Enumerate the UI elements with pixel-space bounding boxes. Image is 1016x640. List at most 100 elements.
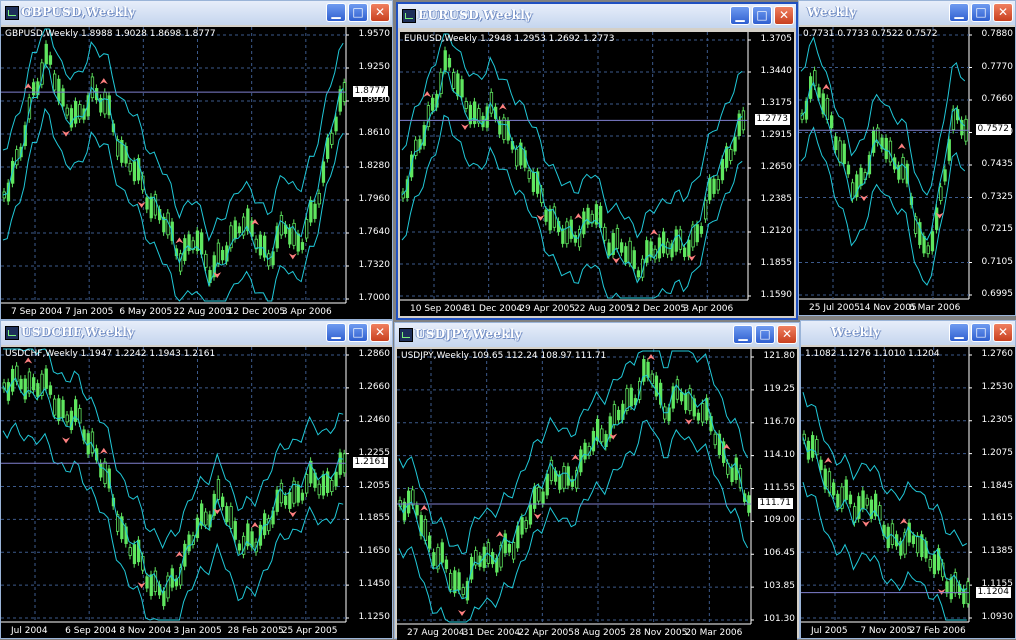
candle-body: [103, 461, 107, 485]
candle-body: [233, 220, 237, 240]
candle-body: [844, 479, 848, 500]
current-price-label: 111.71: [757, 498, 793, 509]
chart-plot-area[interactable]: USDJPY,Weekly 109.65 112.24 108.97 111.7…: [397, 349, 797, 640]
candle-body: [444, 559, 449, 570]
fractal-up-arrow: [99, 78, 108, 85]
title-bar-eurusd[interactable]: EURUSD,Weekly ▁ □ ✕: [398, 4, 796, 28]
chart-window-sixth[interactable]: Weekly ▁ □ ✕ 1.1082 1.1276 1.1010 1.1204…: [800, 320, 1016, 639]
date-axis-label: 25 Apr 2005: [281, 626, 338, 636]
candle-body: [498, 119, 502, 135]
bollinger-band: [2, 107, 344, 302]
candle-body: [457, 572, 461, 591]
close-button[interactable]: ✕: [993, 3, 1013, 22]
candle-body: [943, 169, 947, 182]
candle-body: [528, 504, 533, 525]
price-axis-label: 1.0930: [981, 612, 1014, 622]
price-axis-label: 1.2530: [981, 381, 1014, 392]
chart-window-usdjpy[interactable]: USDJPY,Weekly ▁ □ ✕ USDJPY,Weekly 109.65…: [394, 322, 800, 640]
bollinger-band: [401, 114, 743, 299]
chart-window-eurusd[interactable]: EURUSD,Weekly ▁ □ ✕ EURUSD,Weekly 1.2948…: [396, 2, 798, 320]
fractal-up-arrow: [498, 103, 507, 110]
maximize-button[interactable]: □: [348, 323, 368, 342]
bollinger-band: [2, 422, 344, 621]
candle-body: [225, 506, 229, 523]
candle-body: [675, 379, 680, 400]
minimize-icon: ▁: [738, 327, 748, 341]
maximize-button[interactable]: □: [971, 323, 991, 342]
candle-body: [415, 505, 419, 516]
close-icon: ✕: [997, 5, 1009, 19]
price-axis-label: 1.2860: [358, 349, 391, 359]
candle-body: [565, 221, 569, 245]
candle-body: [716, 179, 720, 191]
minimize-button[interactable]: ▁: [949, 3, 969, 22]
chart-plot-area[interactable]: GBPUSD,Weekly 1.8988 1.9028 1.8698 1.877…: [1, 27, 392, 319]
minimize-button[interactable]: ▁: [326, 3, 346, 22]
chart-plot-area[interactable]: 0.7731 0.7733 0.7522 0.7572 0.7880 0.7770…: [799, 27, 1015, 315]
chart-window-gbpusd[interactable]: GBPUSD,Weekly ▁ □ ✕ GBPUSD,Weekly 1.8988…: [0, 0, 393, 320]
chart-window-usdchf[interactable]: USDCHF,Weekly ▁ □ ✕ USDCHF,Weekly 1.1947…: [0, 320, 393, 639]
candle-body: [15, 149, 19, 166]
chart-plot-area[interactable]: EURUSD,Weekly 1.2948 1.2953 1.2692 1.277…: [400, 32, 794, 316]
candle-body: [237, 226, 242, 234]
candle-body: [254, 238, 258, 250]
candle-body: [31, 82, 36, 96]
minimize-button[interactable]: ▁: [326, 323, 346, 342]
candle-body: [851, 182, 855, 200]
candle-body: [848, 494, 853, 505]
chart-window-third[interactable]: Weekly ▁ □ ✕ 0.7731 0.7733 0.7522 0.7572…: [798, 0, 1016, 316]
close-button[interactable]: ✕: [370, 3, 390, 22]
candle-body: [48, 55, 53, 65]
price-axis-label: 1.7640: [358, 227, 391, 237]
candle-body: [440, 542, 444, 563]
price-axis-label: 121.80: [763, 351, 796, 361]
minimize-button[interactable]: ▁: [730, 6, 750, 25]
chart-plot-area[interactable]: 1.1082 1.1276 1.1010 1.1204 1.2760 1.2530…: [801, 347, 1015, 638]
chart-window-icon: [5, 6, 19, 20]
chart-canvas: [1, 347, 349, 623]
price-axis-label: 1.3175: [760, 98, 793, 108]
candle-body: [99, 462, 103, 478]
candle-body: [452, 72, 456, 89]
title-bar-gbpusd[interactable]: GBPUSD,Weekly ▁ □ ✕: [1, 1, 392, 25]
close-button[interactable]: ✕: [370, 323, 390, 342]
title-bar-third[interactable]: Weekly ▁ □ ✕: [799, 1, 1015, 25]
date-axis-label: 14 Nov 2005: [859, 303, 917, 313]
bollinger-band: [2, 62, 344, 287]
candle-body: [531, 172, 536, 192]
candle-body: [922, 235, 926, 254]
candle-body: [432, 552, 436, 566]
chart-plot-area[interactable]: USDCHF,Weekly 1.1947 1.2242 1.1943 1.216…: [1, 347, 392, 638]
maximize-button[interactable]: □: [752, 6, 772, 25]
maximize-button[interactable]: □: [971, 3, 991, 22]
close-button[interactable]: ✕: [777, 325, 797, 344]
candle-body: [427, 535, 432, 549]
minimize-button[interactable]: ▁: [949, 323, 969, 342]
candle-body: [461, 587, 465, 595]
date-axis-label: 20 Mar 2006: [685, 628, 743, 638]
maximize-button[interactable]: □: [348, 3, 368, 22]
candle-body: [696, 412, 701, 421]
fractal-up-arrow: [899, 518, 908, 525]
title-bar-usdjpy[interactable]: USDJPY,Weekly ▁ □ ✕: [395, 323, 799, 347]
candle-body: [624, 246, 628, 263]
maximize-button[interactable]: □: [755, 325, 775, 344]
price-axis-label: 1.1855: [760, 258, 793, 268]
candle-body: [57, 78, 61, 102]
bollinger-band: [802, 482, 967, 621]
candle-body: [846, 164, 851, 175]
minimize-button[interactable]: ▁: [733, 325, 753, 344]
close-button[interactable]: ✕: [774, 6, 794, 25]
candle-body: [233, 521, 237, 540]
candle-body: [507, 544, 512, 553]
price-axis-label: 1.2120: [760, 226, 793, 236]
fractal-up-arrow: [822, 84, 831, 91]
price-axis-label: 1.2075: [981, 447, 1014, 458]
fractal-down-arrow: [288, 511, 297, 518]
current-price-label: 1.1204: [975, 586, 1011, 598]
candle-body: [713, 433, 717, 446]
price-axis-label: 1.2760: [981, 349, 1014, 359]
close-button[interactable]: ✕: [993, 323, 1013, 342]
title-bar-usdchf[interactable]: USDCHF,Weekly ▁ □ ✕: [1, 321, 392, 345]
title-bar-sixth[interactable]: Weekly ▁ □ ✕: [801, 321, 1015, 345]
